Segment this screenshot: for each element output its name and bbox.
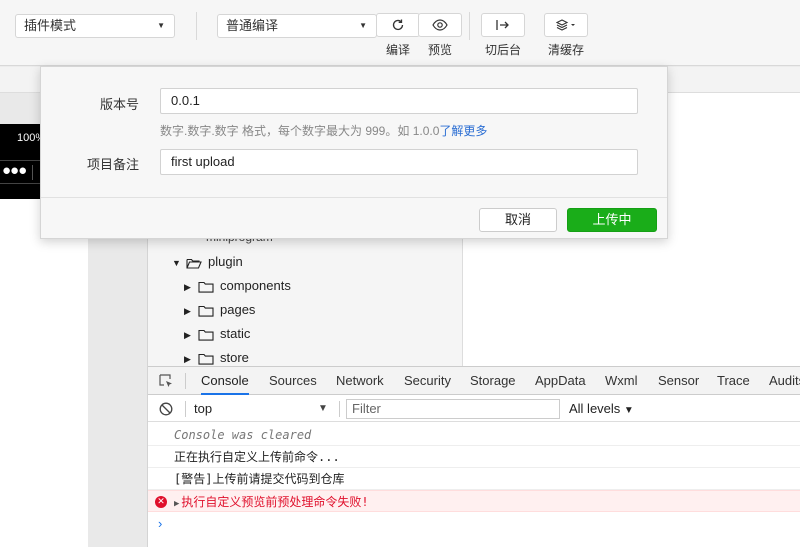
file-tree-item-components[interactable]: ▶ components [184, 274, 291, 298]
upload-dialog: 版本号 0.0.1 数字.数字.数字 格式，每个数字最大为 999。如 1.0.… [40, 66, 668, 239]
devtools-divider [185, 401, 186, 417]
tab-trace[interactable]: Trace [717, 367, 750, 395]
toolbar-divider [469, 12, 470, 40]
console-error-text: 执行自定义预览前预处理命令失败! [181, 495, 369, 509]
preview-button[interactable]: 预览 [418, 13, 462, 58]
compile-label: 编译 [385, 43, 410, 57]
devtools-panel: Console Sources Network Security Storage… [148, 366, 800, 547]
file-tree-item-label: pages [220, 302, 256, 317]
console-prompt[interactable]: › [158, 516, 162, 531]
log-levels-label: All levels [569, 401, 621, 416]
inspect-element-icon[interactable] [159, 374, 174, 389]
caret-down-icon[interactable]: ▼ [172, 251, 182, 275]
switch-background-icon [496, 20, 509, 30]
chevron-down-icon: ▼ [157, 21, 165, 30]
tab-storage[interactable]: Storage [470, 367, 516, 395]
preview-label: 预览 [427, 43, 452, 57]
note-label: 项目备注 [86, 157, 139, 172]
clear-cache-label: 清缓存 [547, 43, 584, 57]
caret-right-icon[interactable]: ▶ [184, 323, 194, 347]
compile-select-value: 普通编译 [226, 18, 279, 33]
chevron-down-icon[interactable]: ▼ [318, 399, 328, 419]
file-tree-item-label: store [220, 350, 249, 365]
console-filter-input[interactable]: Filter [346, 399, 560, 419]
capsule-divider [32, 165, 33, 180]
more-dots-icon[interactable]: ●●● [2, 162, 27, 179]
console-error-message[interactable]: ✕ ▶ 执行自定义预览前预处理命令失败! [148, 490, 800, 512]
upload-button[interactable]: 上传中 [567, 208, 657, 232]
error-icon: ✕ [155, 496, 167, 508]
file-tree-item-static[interactable]: ▶ static [184, 322, 250, 346]
preview-button-box[interactable] [418, 13, 462, 37]
context-select[interactable]: top [194, 399, 212, 419]
compile-select[interactable]: 普通编译 ▼ [217, 14, 377, 38]
console-message: 正在执行自定义上传前命令... [148, 446, 800, 468]
file-tree-item-label: components [220, 278, 291, 293]
devtools-divider [185, 373, 186, 389]
file-tree-item-plugin[interactable]: ▼ plugin [172, 250, 243, 274]
compile-button-box[interactable] [376, 13, 420, 37]
tab-audits[interactable]: Audits [769, 367, 800, 395]
folder-open-icon [186, 258, 202, 269]
clear-cache-button[interactable]: 清缓存 [544, 13, 588, 58]
tab-sources[interactable]: Sources [269, 367, 317, 395]
background-button[interactable]: 切后台 [481, 13, 525, 58]
version-label: 版本号 [99, 97, 139, 112]
folder-icon [198, 281, 214, 293]
caret-right-icon[interactable]: ▶ [184, 275, 194, 299]
tab-sensor[interactable]: Sensor [658, 367, 699, 395]
devtools-tabbar: Console Sources Network Security Storage… [148, 367, 800, 395]
cancel-button[interactable]: 取消 [479, 208, 557, 232]
caret-right-icon[interactable]: ▶ [184, 299, 194, 323]
toolbar-divider [196, 12, 197, 40]
compile-button[interactable]: 编译 [376, 13, 420, 58]
toolbar: 插件模式 ▼ 普通编译 ▼ 编译 预览 切后台 清缓存 [0, 0, 800, 66]
mode-select-value: 插件模式 [24, 18, 77, 33]
version-hint-text: 数字.数字.数字 格式，每个数字最大为 999。如 1.0.0 [160, 124, 440, 138]
tab-console[interactable]: Console [201, 367, 249, 395]
note-input[interactable]: first upload [160, 149, 638, 175]
eye-icon [432, 19, 448, 31]
dialog-footer: 取消 上传中 [41, 197, 667, 239]
background-label: 切后台 [484, 43, 521, 57]
folder-icon [198, 305, 214, 317]
console-message: [警告]上传前请提交代码到仓库 [148, 468, 800, 490]
tab-appdata[interactable]: AppData [535, 367, 586, 395]
mode-select[interactable]: 插件模式 ▼ [15, 14, 175, 38]
folder-icon [198, 329, 214, 341]
clear-console-icon[interactable] [159, 402, 173, 416]
refresh-icon [392, 19, 404, 31]
chevron-down-icon: ▼ [623, 405, 634, 416]
layers-icon [556, 19, 575, 31]
tab-wxml[interactable]: Wxml [605, 367, 638, 395]
version-input[interactable]: 0.0.1 [160, 88, 638, 114]
file-tree-item-pages[interactable]: ▶ pages [184, 298, 255, 322]
expand-arrow-icon[interactable]: ▶ [174, 499, 179, 509]
devtools-divider [339, 401, 340, 417]
learn-more-link[interactable]: 了解更多 [439, 124, 487, 138]
file-tree-item-label: plugin [208, 254, 243, 269]
tab-network[interactable]: Network [336, 367, 384, 395]
log-levels-select[interactable]: All levels ▼ [569, 399, 634, 421]
console-filterbar: top ▼ Filter All levels ▼ [148, 396, 800, 422]
chevron-down-icon: ▼ [359, 21, 367, 30]
version-hint: 数字.数字.数字 格式，每个数字最大为 999。如 1.0.0了解更多 [160, 122, 487, 139]
folder-icon [198, 353, 214, 365]
clear-cache-button-box[interactable] [544, 13, 588, 37]
tab-security[interactable]: Security [404, 367, 451, 395]
file-tree-item-label: static [220, 326, 251, 341]
console-message: Console was cleared [148, 424, 800, 446]
background-button-box[interactable] [481, 13, 525, 37]
